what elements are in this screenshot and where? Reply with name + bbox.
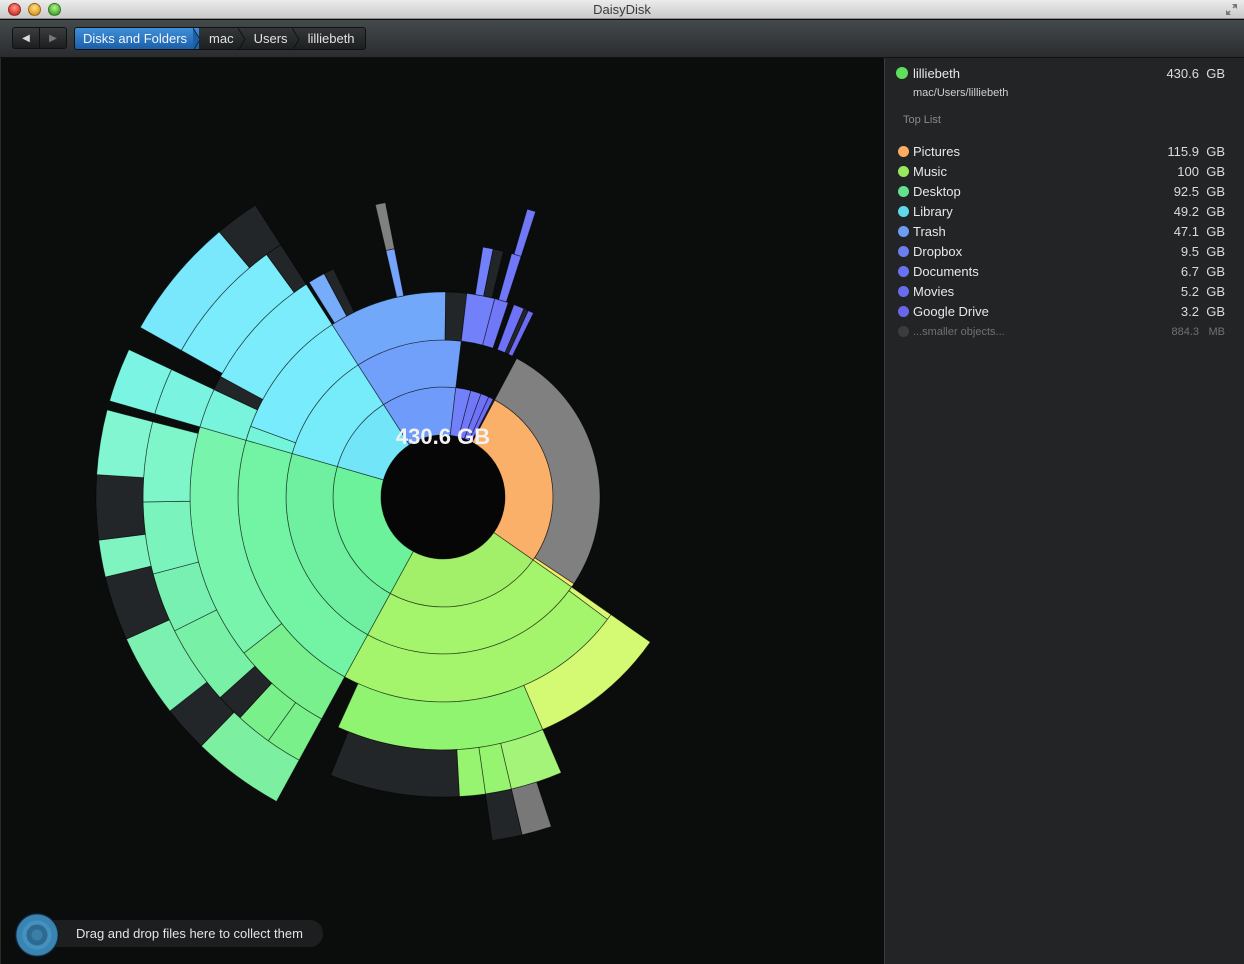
sub-segment-documents[interactable] bbox=[498, 252, 522, 303]
top-list-item[interactable]: Documents 6.7 GB bbox=[885, 262, 1244, 282]
top-list-item[interactable]: Library 49.2 GB bbox=[885, 202, 1244, 222]
item-color-dot bbox=[898, 326, 909, 337]
item-color-dot bbox=[898, 226, 909, 237]
breadcrumb: Disks and Folders mac Users lilliebeth bbox=[74, 27, 366, 50]
breadcrumb-lilliebeth[interactable]: lilliebeth bbox=[298, 28, 365, 49]
item-name: Pictures bbox=[913, 144, 960, 159]
top-list-item[interactable]: ...smaller objects... 884.3 MB bbox=[885, 322, 1244, 342]
back-button[interactable]: ◀ bbox=[13, 28, 39, 48]
item-size: 115.9 bbox=[1167, 144, 1199, 159]
current-folder-unit: GB bbox=[1206, 66, 1225, 81]
top-list-item[interactable]: Music 100 GB bbox=[885, 162, 1244, 182]
current-folder-path: mac/Users/lilliebeth bbox=[913, 87, 1009, 99]
item-size: 3.2 bbox=[1180, 304, 1199, 319]
item-size: 92.5 bbox=[1173, 184, 1199, 199]
item-size: 47.1 bbox=[1173, 224, 1199, 239]
item-unit: GB bbox=[1206, 224, 1225, 239]
item-size: 49.2 bbox=[1173, 204, 1199, 219]
sub-segment-trash[interactable] bbox=[374, 202, 395, 251]
item-name: Music bbox=[913, 164, 947, 179]
fullscreen-icon[interactable] bbox=[1225, 3, 1238, 16]
top-list-item[interactable]: Movies 5.2 GB bbox=[885, 282, 1244, 302]
item-name: Movies bbox=[913, 284, 955, 299]
top-list-item[interactable]: Pictures 115.9 GB bbox=[885, 142, 1244, 162]
item-unit: GB bbox=[1206, 304, 1225, 319]
item-unit: GB bbox=[1206, 164, 1225, 179]
item-color-dot bbox=[898, 146, 909, 157]
item-name: Desktop bbox=[913, 184, 961, 199]
item-unit: GB bbox=[1206, 284, 1225, 299]
top-list-item[interactable]: Dropbox 9.5 GB bbox=[885, 242, 1244, 262]
item-name: Dropbox bbox=[913, 244, 963, 259]
item-name: Trash bbox=[913, 224, 946, 239]
current-folder-name: lilliebeth bbox=[913, 66, 960, 81]
sub-segment-desktop[interactable] bbox=[142, 500, 199, 575]
top-list-item[interactable]: Trash 47.1 GB bbox=[885, 222, 1244, 242]
item-size: 884.3 bbox=[1171, 326, 1199, 338]
breadcrumb-label: lilliebeth bbox=[307, 31, 355, 46]
item-size: 100 bbox=[1177, 164, 1199, 179]
item-name: Google Drive bbox=[913, 304, 989, 319]
navigation-buttons: ◀ ▶ bbox=[12, 27, 67, 49]
item-color-dot bbox=[898, 306, 909, 317]
window-title: DaisyDisk bbox=[593, 2, 651, 17]
breadcrumb-label: Disks and Folders bbox=[83, 31, 188, 46]
sidebar: lilliebeth 430.6 GB mac/Users/lilliebeth… bbox=[884, 58, 1244, 964]
item-unit: MB bbox=[1208, 326, 1226, 338]
sub-segment-desktop[interactable] bbox=[95, 474, 146, 541]
center-total-label[interactable]: 430.6 GB bbox=[381, 424, 505, 450]
top-list-item[interactable]: Desktop 92.5 GB bbox=[885, 182, 1244, 202]
item-name: ...smaller objects... bbox=[913, 326, 1005, 338]
breadcrumb-mac[interactable]: mac bbox=[199, 28, 246, 49]
sub-segment-trash[interactable] bbox=[385, 248, 405, 298]
item-color-dot bbox=[898, 246, 909, 257]
item-size: 9.5 bbox=[1180, 244, 1199, 259]
item-unit: GB bbox=[1206, 264, 1225, 279]
forward-button[interactable]: ▶ bbox=[39, 28, 66, 48]
breadcrumb-label: mac bbox=[209, 31, 234, 46]
sub-segment-desktop[interactable] bbox=[142, 421, 199, 503]
sunburst-chart[interactable] bbox=[1, 58, 885, 964]
item-size: 5.2 bbox=[1180, 284, 1199, 299]
item-name: Documents bbox=[913, 264, 979, 279]
item-color-dot bbox=[898, 166, 909, 177]
collector-target-icon[interactable] bbox=[15, 913, 59, 957]
sub-segment-documents[interactable] bbox=[513, 208, 537, 257]
breadcrumb-users[interactable]: Users bbox=[244, 28, 300, 49]
toolbar: ◀ ▶ Disks and Folders mac Users lilliebe… bbox=[0, 20, 1244, 58]
center-hole[interactable] bbox=[381, 435, 505, 559]
item-unit: GB bbox=[1206, 244, 1225, 259]
item-size: 6.7 bbox=[1180, 264, 1199, 279]
sub-segment-desktop[interactable] bbox=[96, 409, 154, 479]
current-folder-color-dot bbox=[896, 67, 908, 79]
item-unit: GB bbox=[1206, 204, 1225, 219]
current-folder-size: 430.6 bbox=[1166, 66, 1199, 81]
current-folder[interactable]: lilliebeth 430.6 GB bbox=[885, 64, 1244, 84]
breadcrumb-label: Users bbox=[253, 31, 288, 46]
chart-area: 430.6 GB Drag and drop files here to col… bbox=[0, 58, 884, 964]
title-bar: DaisyDisk bbox=[0, 0, 1244, 19]
item-color-dot bbox=[898, 266, 909, 277]
item-name: Library bbox=[913, 204, 953, 219]
item-color-dot bbox=[898, 186, 909, 197]
collector-hint: Drag and drop files here to collect them bbox=[76, 926, 303, 941]
item-unit: GB bbox=[1206, 184, 1225, 199]
breadcrumb-disks-and-folders[interactable]: Disks and Folders bbox=[75, 28, 201, 49]
item-unit: GB bbox=[1206, 144, 1225, 159]
item-color-dot bbox=[898, 206, 909, 217]
top-list-item[interactable]: Google Drive 3.2 GB bbox=[885, 302, 1244, 322]
top-list-heading: Top List bbox=[903, 114, 941, 126]
item-color-dot bbox=[898, 286, 909, 297]
